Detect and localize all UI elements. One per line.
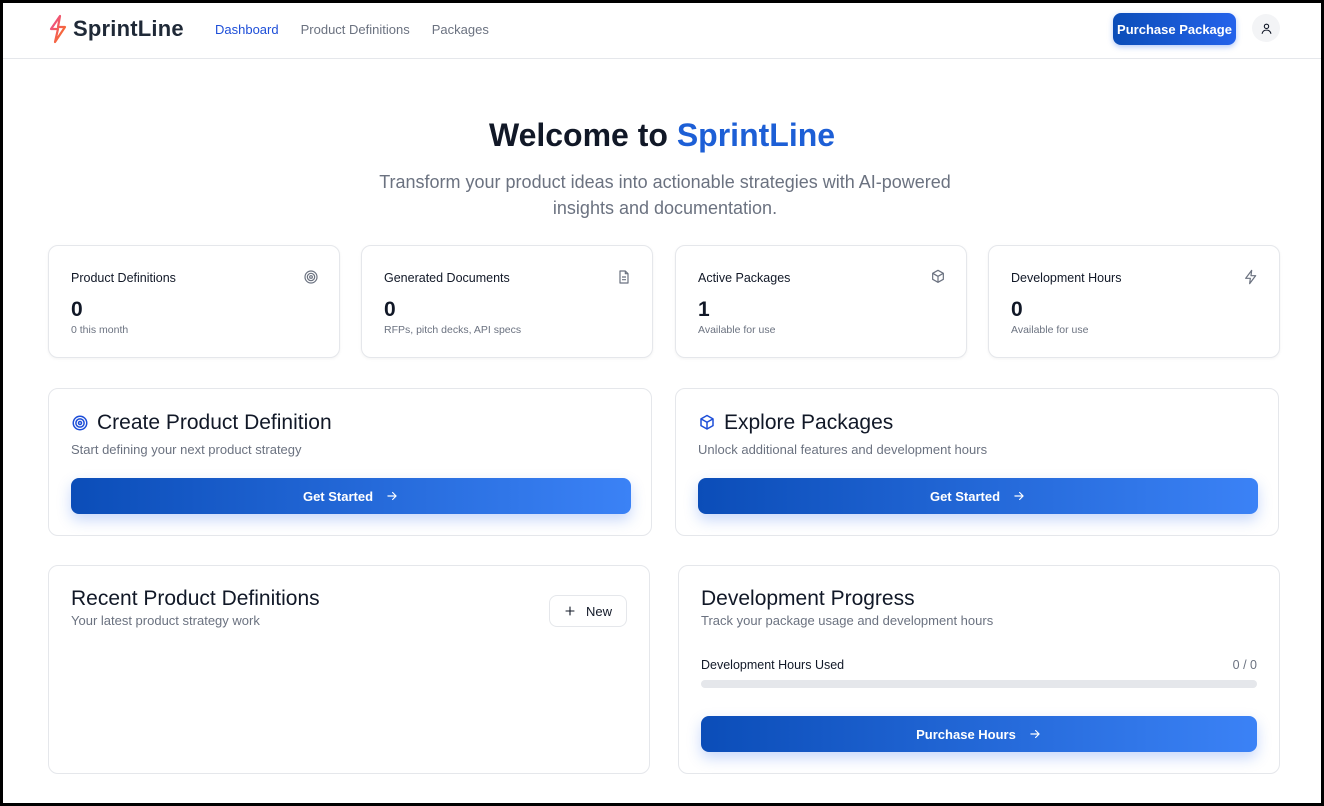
button-label: Get Started bbox=[929, 488, 1001, 504]
package-icon bbox=[700, 414, 714, 430]
purchase-hours-button[interactable]: Purchase Hours bbox=[701, 716, 1257, 752]
card-title: Create Product Definition bbox=[71, 411, 332, 435]
user-menu-button[interactable] bbox=[1252, 14, 1280, 42]
stat-card-product-definitions: Product Definitions 0 0 this month bbox=[48, 245, 340, 358]
page-title-prefix: Welcome to bbox=[488, 117, 668, 153]
user-icon bbox=[1261, 23, 1271, 34]
document-icon bbox=[619, 270, 629, 284]
get-started-button[interactable]: Get Started bbox=[698, 478, 1258, 514]
arrow-right-icon bbox=[1030, 729, 1040, 739]
main-nav: Dashboard Product Definitions Packages bbox=[215, 22, 489, 37]
target-icon bbox=[72, 415, 88, 431]
stat-value: 0 bbox=[71, 298, 83, 321]
logo-icon bbox=[49, 14, 67, 44]
target-icon bbox=[304, 270, 318, 284]
stat-card-development-hours: Development Hours 0 Available for use bbox=[988, 245, 1280, 358]
get-started-button[interactable]: Get Started bbox=[71, 478, 631, 514]
nav-dashboard[interactable]: Dashboard bbox=[215, 22, 279, 37]
stat-value: 1 bbox=[698, 298, 710, 321]
card-subtitle: Track your package usage and development… bbox=[701, 613, 994, 628]
purchase-package-button[interactable]: Purchase Package bbox=[1113, 13, 1236, 45]
page-title: Welcome to SprintLine bbox=[3, 117, 1321, 154]
page-subtitle: Transform your product ideas into action… bbox=[379, 172, 951, 218]
stat-value: 0 bbox=[384, 298, 396, 321]
stat-card-active-packages: Active Packages 1 Available for use bbox=[675, 245, 967, 358]
page-title-brand: SprintLine bbox=[676, 117, 836, 153]
stat-note: Available for use bbox=[698, 324, 776, 336]
development-progress-card: Development Progress Track your package … bbox=[678, 565, 1280, 774]
nav-packages[interactable]: Packages bbox=[432, 22, 489, 37]
stat-title: Product Definitions bbox=[71, 271, 176, 285]
card-subtitle: Your latest product strategy work bbox=[71, 613, 260, 628]
stat-note: Available for use bbox=[1011, 324, 1089, 336]
new-definition-button[interactable]: New bbox=[549, 595, 627, 627]
explore-packages-card: Explore Packages Unlock additional featu… bbox=[675, 388, 1279, 536]
hours-used-label: Development Hours Used bbox=[701, 658, 845, 672]
stat-note: RFPs, pitch decks, API specs bbox=[384, 324, 522, 336]
stat-value: 0 bbox=[1011, 298, 1023, 321]
card-subtitle: Unlock additional features and developme… bbox=[698, 442, 988, 457]
card-title-text: Create Product Definition bbox=[97, 411, 332, 434]
stat-title: Development Hours bbox=[1011, 271, 1122, 285]
card-title-text: Explore Packages bbox=[724, 411, 894, 434]
bolt-icon bbox=[1245, 269, 1257, 285]
card-title: Recent Product Definitions bbox=[71, 587, 320, 610]
logo-text: SprintLine bbox=[73, 16, 184, 41]
button-label: New bbox=[585, 603, 612, 619]
arrow-right-icon bbox=[387, 491, 397, 501]
top-navbar: SprintLine Dashboard Product Definitions… bbox=[3, 3, 1321, 59]
arrow-right-icon bbox=[1014, 491, 1024, 501]
stat-title: Generated Documents bbox=[384, 271, 510, 285]
stat-note: 0 this month bbox=[71, 324, 129, 336]
stat-card-generated-documents: Generated Documents 0 RFPs, pitch decks,… bbox=[361, 245, 653, 358]
recent-product-definitions-card: Recent Product Definitions Your latest p… bbox=[48, 565, 650, 774]
create-product-definition-card: Create Product Definition Start defining… bbox=[48, 388, 652, 536]
stat-title: Active Packages bbox=[698, 271, 791, 285]
button-label: Purchase Hours bbox=[916, 726, 1016, 742]
button-label: Get Started bbox=[302, 488, 374, 504]
package-icon bbox=[932, 269, 944, 283]
card-title: Development Progress bbox=[701, 587, 915, 610]
card-subtitle: Start defining your next product strateg… bbox=[71, 442, 302, 457]
logo[interactable]: SprintLine bbox=[47, 14, 184, 44]
plus-icon bbox=[565, 606, 575, 616]
hours-used-value: 0 / 0 bbox=[1232, 658, 1257, 672]
hours-progress-bar bbox=[701, 680, 1257, 688]
app-window: SprintLine Dashboard Product Definitions… bbox=[0, 0, 1324, 806]
nav-product-definitions[interactable]: Product Definitions bbox=[301, 22, 410, 37]
card-title: Explore Packages bbox=[698, 411, 893, 435]
